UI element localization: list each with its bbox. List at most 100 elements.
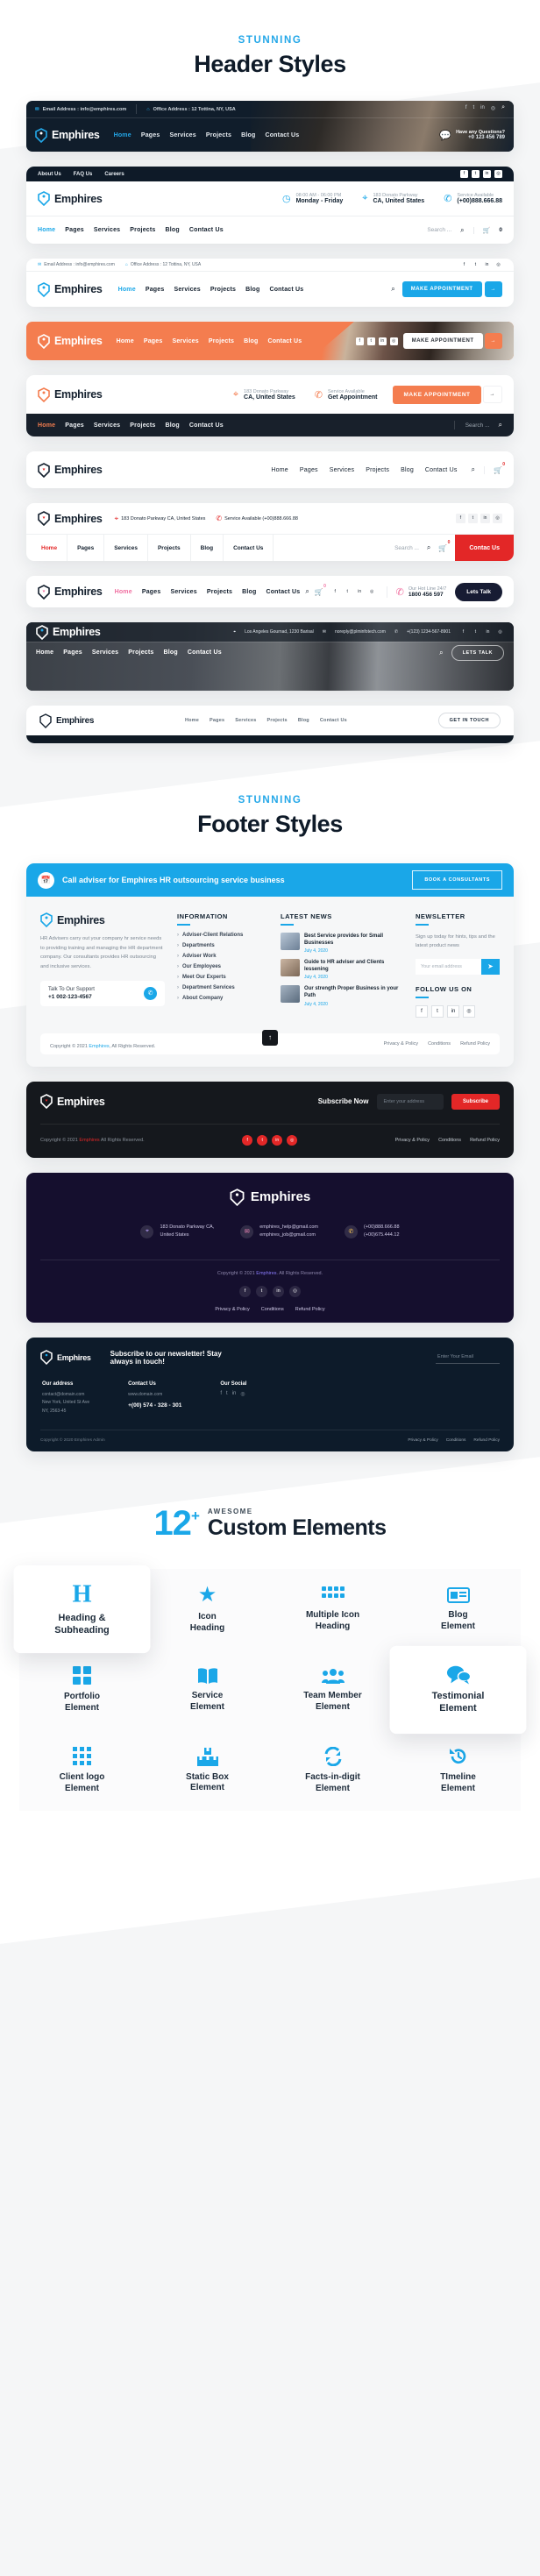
logo[interactable]: Emphires — [38, 191, 103, 206]
logo[interactable]: Emphires — [39, 713, 94, 728]
twitter-icon[interactable]: t — [257, 1134, 268, 1146]
refund-policy-link[interactable]: Refund Policy — [473, 1438, 500, 1443]
nav-item-services[interactable]: Services — [172, 338, 198, 344]
nav-item-blog[interactable]: Blog — [401, 467, 414, 473]
instagram-icon[interactable]: ◎ — [494, 170, 502, 178]
send-icon[interactable]: ➤ — [481, 958, 500, 975]
facebook-icon[interactable]: f — [239, 1285, 251, 1297]
search-icon[interactable]: ⌕ — [472, 465, 475, 474]
instagram-icon[interactable]: ◎ — [494, 261, 502, 269]
facebook-icon[interactable]: f — [456, 514, 465, 523]
linkedin-icon[interactable]: in — [272, 1134, 283, 1146]
nav-item-services[interactable]: Services — [94, 227, 120, 233]
nav-item-services[interactable]: Services — [174, 287, 200, 293]
nav-item-home[interactable]: Home — [38, 422, 55, 429]
subscribe-button[interactable]: Subscribe — [451, 1093, 500, 1110]
element-card-static-box-element[interactable]: Static Box Element — [145, 1730, 270, 1812]
logo[interactable]: Emphires — [40, 1189, 500, 1206]
logo[interactable]: Emphires — [38, 511, 103, 526]
nav-item-contact-us[interactable]: Contact Us — [188, 649, 222, 656]
linkedin-icon[interactable]: in — [483, 170, 491, 178]
info-link[interactable]: › Adviser Work — [177, 954, 268, 959]
linkedin-icon[interactable]: in — [378, 337, 387, 345]
instagram-icon[interactable]: ◎ — [463, 1004, 475, 1018]
nav-item-blog[interactable]: Blog — [166, 422, 180, 429]
lets-talk-button[interactable]: Lets Talk — [455, 582, 502, 601]
nav-item-home[interactable]: Home — [36, 649, 53, 656]
nav-item-blog[interactable]: Blog — [166, 227, 180, 233]
conditions-link[interactable]: Conditions — [446, 1438, 466, 1443]
nav-item-pages[interactable]: Pages — [68, 535, 105, 561]
news-item[interactable]: Best Service provides for Small Business… — [281, 933, 403, 954]
nav-item-services[interactable]: Services — [104, 535, 148, 561]
logo[interactable]: Emphires — [38, 281, 103, 297]
lets-talk-button[interactable]: LETS TALK — [451, 644, 504, 661]
instagram-icon[interactable]: ◎ — [491, 105, 495, 111]
instagram-icon[interactable]: ◎ — [289, 1285, 301, 1297]
info-link[interactable]: › Departments — [177, 943, 268, 948]
nav-item-projects[interactable]: Projects — [267, 718, 288, 723]
news-item[interactable]: Guide to HR adviser and Clients lessenin… — [281, 959, 403, 980]
element-card-portfolio-element[interactable]: Portfolio Element — [19, 1650, 145, 1731]
facebook-icon[interactable]: f — [242, 1134, 253, 1146]
linkedin-icon[interactable]: in — [273, 1285, 284, 1297]
email-line-2[interactable]: emphires_job@gmail.com — [259, 1231, 318, 1239]
nav-item-services[interactable]: Services — [92, 649, 118, 656]
element-card-icon-heading[interactable]: ★ Icon Heading — [145, 1569, 270, 1650]
facebook-icon[interactable]: f — [459, 628, 467, 636]
nav-item-pages[interactable]: Pages — [65, 422, 84, 429]
refund-policy-link[interactable]: Refund Policy — [470, 1138, 500, 1143]
element-card-timeline-element[interactable]: TImeline Element — [395, 1730, 521, 1812]
element-card-team-member-element[interactable]: Team Member Element — [270, 1650, 395, 1731]
instagram-icon[interactable]: ◎ — [240, 1391, 245, 1397]
nav-item-contact-us[interactable]: Contact Us — [425, 467, 458, 473]
element-card-service-element[interactable]: Service Element — [145, 1650, 270, 1731]
nav-item-services[interactable]: Services — [330, 467, 354, 473]
scroll-to-top-button[interactable]: ↑ — [262, 1029, 278, 1046]
nav-item-projects[interactable]: Projects — [128, 649, 153, 656]
twitter-icon[interactable]: t — [468, 514, 478, 523]
footer4-email-input[interactable]: Enter Your Email — [436, 1351, 500, 1365]
linkedin-icon[interactable]: in — [232, 1391, 237, 1397]
arrow-right-icon[interactable]: → — [482, 386, 502, 403]
book-a-consultants-button[interactable]: BOOK A CONSULTANTS — [412, 870, 502, 890]
nav-item-pages[interactable]: Pages — [146, 287, 165, 293]
linkedin-icon[interactable]: in — [447, 1004, 459, 1018]
privacy-policy-link[interactable]: Privacy & Policy — [384, 1041, 418, 1047]
instagram-icon[interactable]: ◎ — [496, 628, 504, 636]
cart-icon[interactable]: 🛒 — [472, 226, 490, 234]
twitter-icon[interactable]: t — [226, 1391, 228, 1397]
facebook-icon[interactable]: f — [331, 588, 339, 596]
refund-policy-link[interactable]: Refund Policy — [295, 1307, 325, 1312]
nav-item-contact-us[interactable]: Contact Us — [269, 287, 303, 293]
nav-item-blog[interactable]: Blog — [164, 649, 178, 656]
search-icon[interactable]: ⌕ — [305, 587, 309, 596]
nav-item-contact-us[interactable]: Contact Us — [189, 227, 224, 233]
instagram-icon[interactable]: ◎ — [389, 337, 398, 345]
element-card-heading-subheading[interactable]: H Heading & Subheading — [13, 1565, 151, 1654]
linkedin-icon[interactable]: in — [480, 105, 485, 110]
privacy-policy-link[interactable]: Privacy & Policy — [215, 1307, 249, 1312]
info-link[interactable]: › Our Employees — [177, 964, 268, 969]
nav-item-home[interactable]: Home — [38, 227, 55, 233]
nav-item-pages[interactable]: Pages — [141, 132, 160, 138]
nav-item-home[interactable]: Home — [114, 132, 131, 138]
make-appointment-button[interactable]: MAKE APPOINTMENT → — [402, 333, 502, 349]
nav-item-home[interactable]: Home — [118, 287, 136, 293]
search-input[interactable]: Search ... — [394, 545, 419, 551]
topbar-link-about-us[interactable]: About Us — [38, 172, 61, 177]
make-appointment-button[interactable]: MAKE APPOINTMENT → — [393, 385, 502, 404]
email-line-1[interactable]: emphires_help@gmail.com — [259, 1224, 318, 1231]
nav-item-contact-us[interactable]: Contact Us — [320, 718, 347, 723]
nav-item-projects[interactable]: Projects — [207, 589, 232, 595]
search-input[interactable]: Search ... — [465, 422, 490, 429]
twitter-icon[interactable]: t — [472, 628, 480, 636]
element-card-multiple-icon-heading[interactable]: Multiple Icon Heading — [270, 1569, 395, 1650]
subscribe-email-input[interactable]: Enter your address — [376, 1093, 444, 1110]
element-card-testimonial-element[interactable]: Testimonial Element — [389, 1645, 527, 1735]
arrow-right-icon[interactable]: → — [484, 281, 502, 297]
arrow-right-icon[interactable]: → — [484, 333, 502, 349]
instagram-icon[interactable]: ◎ — [368, 588, 376, 596]
search-icon[interactable]: ⌕ — [499, 421, 502, 429]
topbar-link-faq-us[interactable]: FAQ Us — [74, 172, 93, 177]
